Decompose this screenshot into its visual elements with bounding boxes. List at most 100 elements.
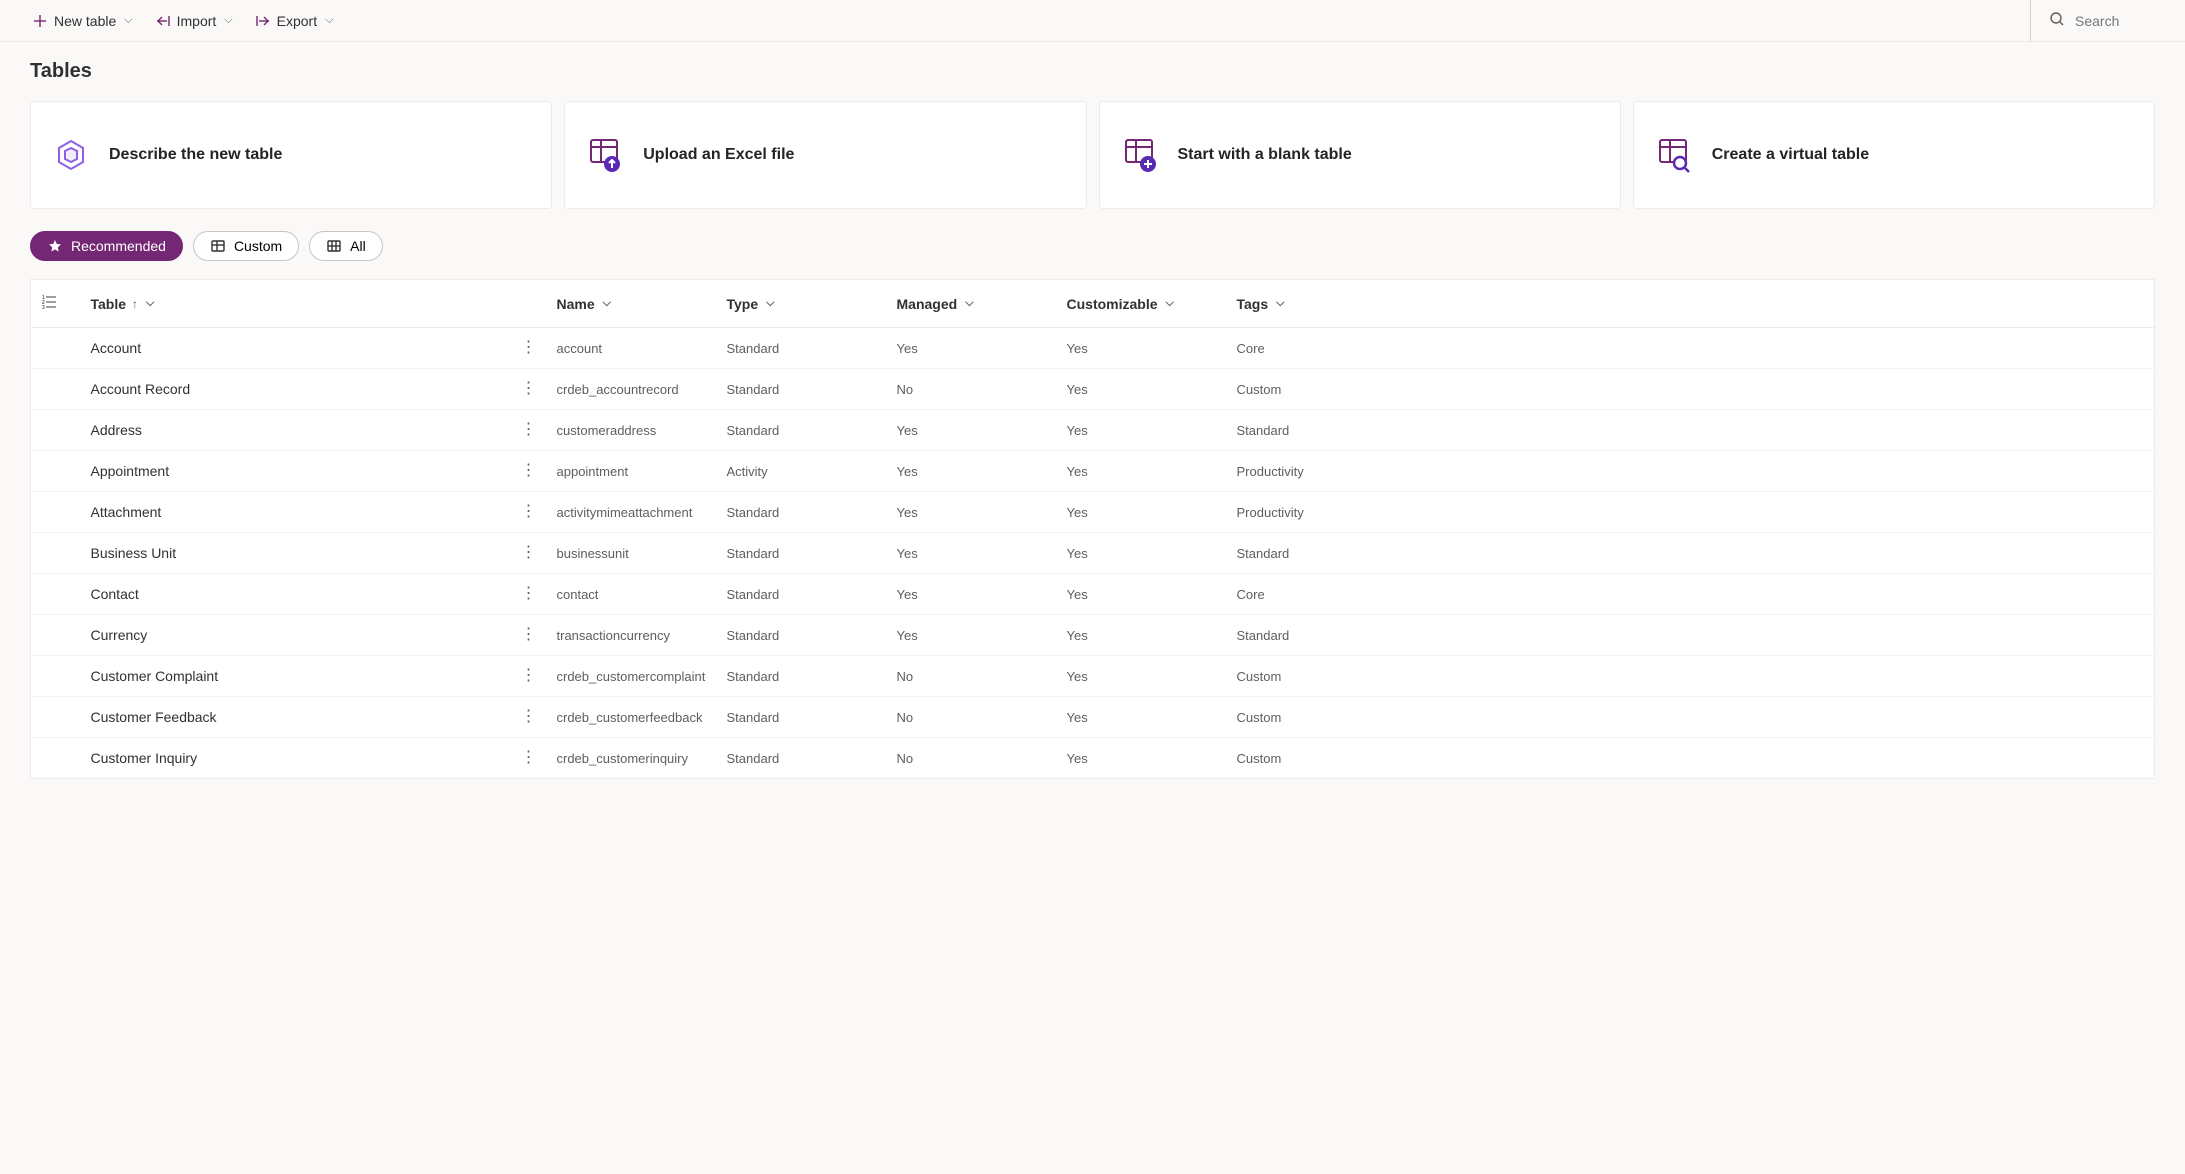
column-header-managed[interactable]: Managed⌵ — [887, 280, 1057, 328]
table-header-row: 123 Table ↑ ⌵ Name⌵ Type⌵ — [31, 280, 2155, 328]
filter-recommended[interactable]: Recommended — [30, 231, 183, 261]
row-table-name[interactable]: Appointment — [91, 463, 170, 479]
row-tags: Custom — [1227, 738, 2155, 779]
more-actions-icon[interactable]: ⋮ — [521, 708, 537, 725]
more-actions-icon[interactable]: ⋮ — [521, 626, 537, 643]
row-table-name[interactable]: Customer Inquiry — [91, 750, 198, 766]
row-tags: Standard — [1227, 410, 2155, 451]
row-tags: Custom — [1227, 697, 2155, 738]
row-table-name[interactable]: Address — [91, 422, 142, 438]
column-header-index[interactable]: 123 — [31, 280, 81, 328]
column-label: Tags — [1237, 296, 1269, 312]
row-managed: Yes — [887, 410, 1057, 451]
row-table-name[interactable]: Business Unit — [91, 545, 177, 561]
row-logical-name: customeraddress — [547, 410, 717, 451]
row-tags: Core — [1227, 574, 2155, 615]
row-logical-name: crdeb_customerfeedback — [547, 697, 717, 738]
excel-upload-icon — [587, 137, 623, 173]
row-table-name[interactable]: Account Record — [91, 381, 191, 397]
card-title: Upload an Excel file — [643, 146, 794, 164]
plus-icon — [32, 13, 48, 29]
content: Tables Describe the new table Upload an … — [0, 42, 2185, 779]
filter-all[interactable]: All — [309, 231, 383, 261]
more-actions-icon[interactable]: ⋮ — [521, 503, 537, 520]
chevron-down-icon: ⌵ — [603, 297, 611, 310]
more-actions-icon[interactable]: ⋮ — [521, 380, 537, 397]
row-managed: Yes — [887, 328, 1057, 369]
row-managed: No — [887, 738, 1057, 779]
table-row[interactable]: Contact ⋮ contact Standard Yes Yes Core — [31, 574, 2155, 615]
column-header-customizable[interactable]: Customizable⌵ — [1057, 280, 1227, 328]
row-table-name[interactable]: Currency — [91, 627, 148, 643]
row-type: Standard — [717, 533, 887, 574]
new-table-button[interactable]: New table ⌵ — [30, 7, 135, 35]
more-actions-icon[interactable]: ⋮ — [521, 462, 537, 479]
row-customizable: Yes — [1057, 410, 1227, 451]
row-managed: Yes — [887, 492, 1057, 533]
export-button[interactable]: Export ⌵ — [253, 7, 336, 35]
row-managed: Yes — [887, 574, 1057, 615]
search-box[interactable] — [2030, 0, 2155, 41]
filter-label: Recommended — [71, 238, 166, 254]
card-title: Create a virtual table — [1712, 146, 1869, 164]
star-icon — [47, 238, 63, 254]
row-customizable: Yes — [1057, 738, 1227, 779]
row-table-name[interactable]: Customer Complaint — [91, 668, 219, 684]
chevron-down-icon: ⌵ — [124, 14, 132, 27]
filter-custom[interactable]: Custom — [193, 231, 299, 261]
table-row[interactable]: Customer Inquiry ⋮ crdeb_customerinquiry… — [31, 738, 2155, 779]
chevron-down-icon: ⌵ — [1166, 297, 1174, 310]
row-type: Standard — [717, 410, 887, 451]
column-header-tags[interactable]: Tags⌵ — [1227, 280, 2155, 328]
top-toolbar: New table ⌵ Import ⌵ Export ⌵ — [0, 0, 2185, 42]
table-row[interactable]: Attachment ⋮ activitymimeattachment Stan… — [31, 492, 2155, 533]
more-actions-icon[interactable]: ⋮ — [521, 421, 537, 438]
table-row[interactable]: Account Record ⋮ crdeb_accountrecord Sta… — [31, 369, 2155, 410]
card-row: Describe the new table Upload an Excel f… — [30, 101, 2155, 209]
row-customizable: Yes — [1057, 574, 1227, 615]
card-blank-table[interactable]: Start with a blank table — [1099, 101, 1621, 209]
row-logical-name: contact — [547, 574, 717, 615]
table-row[interactable]: Customer Feedback ⋮ crdeb_customerfeedba… — [31, 697, 2155, 738]
more-actions-icon[interactable]: ⋮ — [521, 585, 537, 602]
filter-label: Custom — [234, 238, 282, 254]
row-type: Standard — [717, 328, 887, 369]
row-logical-name: businessunit — [547, 533, 717, 574]
import-button[interactable]: Import ⌵ — [153, 7, 235, 35]
row-tags: Core — [1227, 328, 2155, 369]
toolbar-left: New table ⌵ Import ⌵ Export ⌵ — [30, 7, 335, 35]
more-actions-icon[interactable]: ⋮ — [521, 749, 537, 766]
row-logical-name: account — [547, 328, 717, 369]
table-row[interactable]: Currency ⋮ transactioncurrency Standard … — [31, 615, 2155, 656]
row-customizable: Yes — [1057, 492, 1227, 533]
table-row[interactable]: Account ⋮ account Standard Yes Yes Core — [31, 328, 2155, 369]
card-upload-excel[interactable]: Upload an Excel file — [564, 101, 1086, 209]
more-actions-icon[interactable]: ⋮ — [521, 339, 537, 356]
row-customizable: Yes — [1057, 533, 1227, 574]
row-tags: Standard — [1227, 615, 2155, 656]
row-managed: No — [887, 369, 1057, 410]
row-tags: Productivity — [1227, 492, 2155, 533]
table-row[interactable]: Business Unit ⋮ businessunit Standard Ye… — [31, 533, 2155, 574]
filter-label: All — [350, 238, 366, 254]
search-input[interactable] — [2075, 13, 2155, 29]
row-table-name[interactable]: Attachment — [91, 504, 162, 520]
more-actions-icon[interactable]: ⋮ — [521, 667, 537, 684]
chevron-down-icon: ⌵ — [146, 297, 154, 310]
column-header-table[interactable]: Table ↑ ⌵ — [81, 280, 511, 328]
more-actions-icon[interactable]: ⋮ — [521, 544, 537, 561]
column-header-name[interactable]: Name⌵ — [547, 280, 717, 328]
table-row[interactable]: Address ⋮ customeraddress Standard Yes Y… — [31, 410, 2155, 451]
row-customizable: Yes — [1057, 615, 1227, 656]
page-title: Tables — [30, 60, 2155, 83]
card-virtual-table[interactable]: Create a virtual table — [1633, 101, 2155, 209]
row-table-name[interactable]: Customer Feedback — [91, 709, 217, 725]
row-managed: Yes — [887, 615, 1057, 656]
table-row[interactable]: Appointment ⋮ appointment Activity Yes Y… — [31, 451, 2155, 492]
table-row[interactable]: Customer Complaint ⋮ crdeb_customercompl… — [31, 656, 2155, 697]
card-describe-table[interactable]: Describe the new table — [30, 101, 552, 209]
column-header-type[interactable]: Type⌵ — [717, 280, 887, 328]
row-table-name[interactable]: Contact — [91, 586, 139, 602]
row-table-name[interactable]: Account — [91, 340, 142, 356]
card-title: Start with a blank table — [1178, 146, 1352, 164]
